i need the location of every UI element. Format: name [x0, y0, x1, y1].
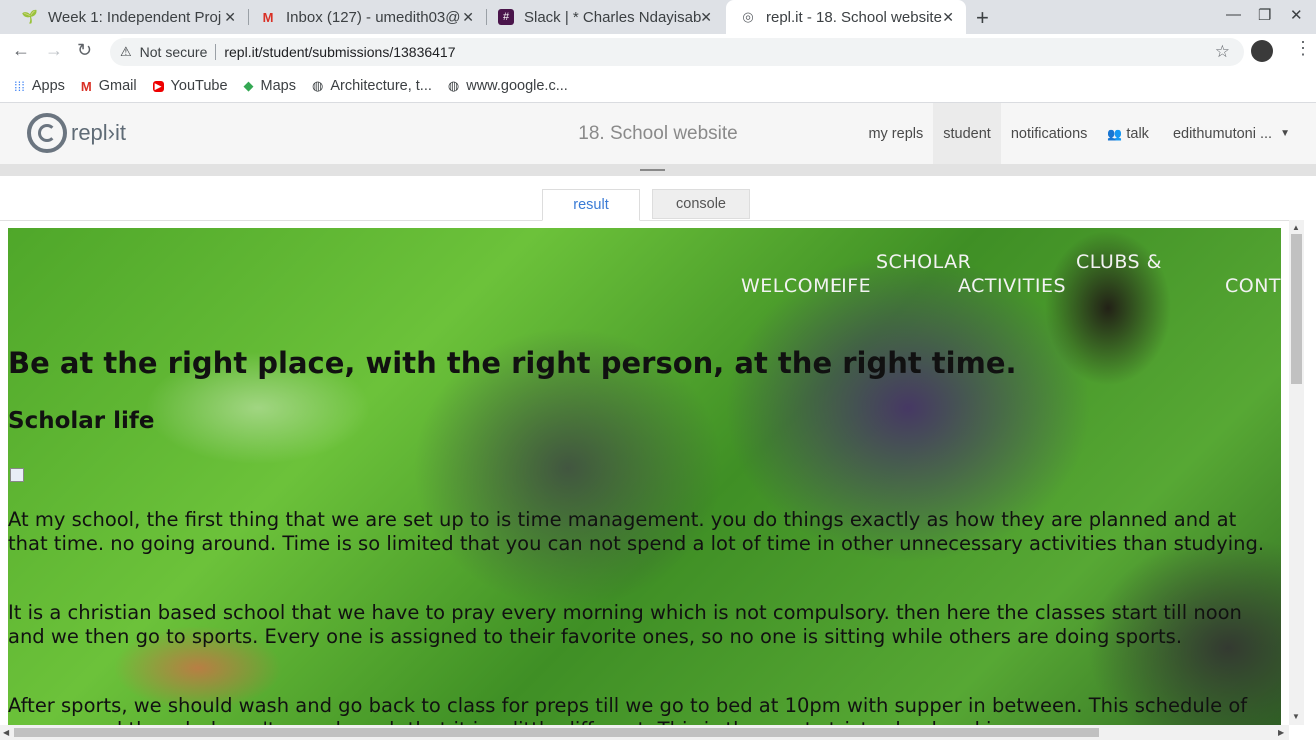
bookmark-label: www.google.c... — [466, 78, 568, 94]
tab-title: repl.it - 18. School website — [766, 8, 942, 26]
profile-avatar[interactable] — [1251, 40, 1273, 62]
bookmark-label: YouTube — [170, 78, 228, 94]
minimize-icon[interactable]: — — [1226, 6, 1241, 23]
website-preview: WELCOME SCHOLAR LIFE CLUBS & ACTIVITIES … — [8, 228, 1281, 725]
bookmark-google[interactable]: ◍ www.google.c... — [448, 78, 568, 94]
warning-icon[interactable]: ⚠ — [120, 44, 132, 60]
replit-header: repl›it 18. School website my repls stud… — [0, 103, 1316, 164]
divider — [215, 44, 217, 60]
nav-my-repls[interactable]: my repls — [858, 103, 933, 164]
horizontal-scroll-thumb[interactable] — [14, 728, 1099, 737]
output-tabs: result console — [0, 176, 1304, 221]
tab-console[interactable]: console — [652, 189, 750, 219]
maps-icon: ◆ — [243, 78, 254, 93]
gmail-icon: M — [80, 78, 92, 94]
browser-toolbar: ← → ↻ ⚠ Not secure repl.it/student/submi… — [0, 34, 1316, 70]
gmail-icon: M — [262, 9, 274, 25]
sprout-icon: 🌱 — [21, 9, 39, 24]
browser-tab[interactable]: M Inbox (127) - umedith03@ ✕ — [246, 0, 486, 34]
site-nav-scholar-life[interactable]: SCHOLAR LIFE — [830, 250, 972, 298]
slack-icon: # — [498, 9, 514, 25]
forward-icon[interactable]: → — [45, 40, 63, 61]
site-nav-welcome[interactable]: WELCOME — [741, 274, 843, 298]
globe-icon: ◍ — [447, 78, 460, 93]
scroll-left-icon[interactable]: ◀ — [3, 728, 9, 737]
paragraph: After sports, we should wash and go back… — [8, 694, 1248, 725]
bookmark-architecture[interactable]: ◍ Architecture, t... — [312, 78, 432, 94]
scroll-right-icon[interactable]: ▶ — [1278, 728, 1284, 737]
browser-tab-strip: 🌱 Week 1: Independent Proj ✕ M Inbox (12… — [0, 0, 1316, 34]
bookmark-apps[interactable]: ⁞⁞⁞ Apps — [14, 78, 65, 94]
back-icon[interactable]: ← — [12, 40, 30, 61]
kebab-menu-icon[interactable]: ⋮ — [1294, 38, 1312, 59]
url-text[interactable]: repl.it/student/submissions/13836417 — [224, 44, 455, 60]
user-menu[interactable]: edithumutoni ... ▼ — [1159, 103, 1316, 164]
close-icon[interactable]: ✕ — [462, 9, 474, 26]
nav-talk[interactable]: 👥 talk — [1097, 103, 1159, 164]
restore-icon[interactable]: ❐ — [1258, 6, 1271, 24]
site-nav-clubs[interactable]: CLUBS & ACTIVITIES — [958, 250, 1162, 298]
address-bar[interactable]: ⚠ Not secure repl.it/student/submissions… — [110, 38, 1244, 66]
broken-image-icon — [10, 468, 24, 482]
nav-student[interactable]: student — [933, 103, 1001, 164]
tab-result[interactable]: result — [542, 189, 640, 221]
site-nav-label: SCHOLAR — [876, 251, 972, 273]
bookmark-star-icon[interactable]: ☆ — [1215, 42, 1230, 62]
nav-notifications[interactable]: notifications — [1001, 103, 1098, 164]
caret-down-icon: ▼ — [1280, 128, 1290, 139]
close-icon[interactable]: ✕ — [224, 9, 236, 26]
youtube-icon: ▶ — [152, 80, 164, 92]
bookmark-maps[interactable]: ◆ Maps — [244, 78, 296, 94]
bookmark-label: Gmail — [98, 78, 137, 94]
bookmark-gmail[interactable]: M Gmail — [81, 78, 137, 94]
bookmark-label: Architecture, t... — [330, 78, 432, 94]
browser-tab[interactable]: 🌱 Week 1: Independent Proj ✕ — [8, 0, 248, 34]
site-nav-label: ACTIVITIES — [958, 275, 1067, 297]
drag-handle[interactable] — [640, 169, 665, 171]
new-tab-button[interactable]: + — [976, 5, 989, 31]
security-status[interactable]: Not secure — [140, 44, 208, 60]
section-title: Scholar life — [8, 408, 155, 434]
paragraph: It is a christian based school that we h… — [8, 601, 1242, 648]
scroll-down-icon[interactable]: ▼ — [1292, 712, 1300, 721]
replit-nav: my repls student notifications 👥 talk ed… — [858, 103, 1316, 164]
bookmark-label: Maps — [260, 78, 296, 94]
window-close-icon[interactable]: ✕ — [1290, 6, 1303, 24]
people-icon: 👥 — [1107, 126, 1123, 141]
paragraph: At my school, the first thing that we ar… — [8, 508, 1265, 555]
nav-talk-label: talk — [1126, 125, 1149, 142]
scroll-up-icon[interactable]: ▲ — [1292, 223, 1300, 232]
reload-icon[interactable]: ↻ — [77, 40, 92, 61]
browser-tab[interactable]: # Slack | * Charles Ndayisab ✕ — [484, 0, 724, 34]
tab-title: Week 1: Independent Proj — [48, 8, 222, 26]
browser-tab-active[interactable]: ◎ repl.it - 18. School website ✕ — [726, 0, 966, 34]
vertical-scroll-thumb[interactable] — [1291, 234, 1302, 384]
bookmarks-bar: ⁞⁞⁞ Apps M Gmail ▶ YouTube ◆ Maps ◍ Architect… — [0, 70, 1316, 103]
username: edithumutoni ... — [1172, 125, 1273, 142]
close-icon[interactable]: ✕ — [700, 9, 712, 26]
site-headline: Be at the right place, with the right pe… — [8, 346, 1017, 380]
bookmark-label: Apps — [31, 78, 65, 94]
globe-icon: ◍ — [312, 78, 324, 93]
tab-title: Inbox (127) - umedith03@ — [286, 8, 461, 26]
close-icon[interactable]: ✕ — [942, 9, 954, 26]
bookmark-youtube[interactable]: ▶ YouTube — [152, 78, 228, 94]
site-nav-contact[interactable]: CONT — [1225, 274, 1281, 298]
site-nav-label: LIFE — [830, 275, 872, 297]
apps-grid-icon: ⁞⁞⁞ — [14, 78, 25, 94]
tab-title: Slack | * Charles Ndayisab — [524, 8, 702, 26]
replit-icon: ◎ — [742, 9, 754, 24]
site-nav-label: CLUBS & — [1076, 251, 1162, 273]
